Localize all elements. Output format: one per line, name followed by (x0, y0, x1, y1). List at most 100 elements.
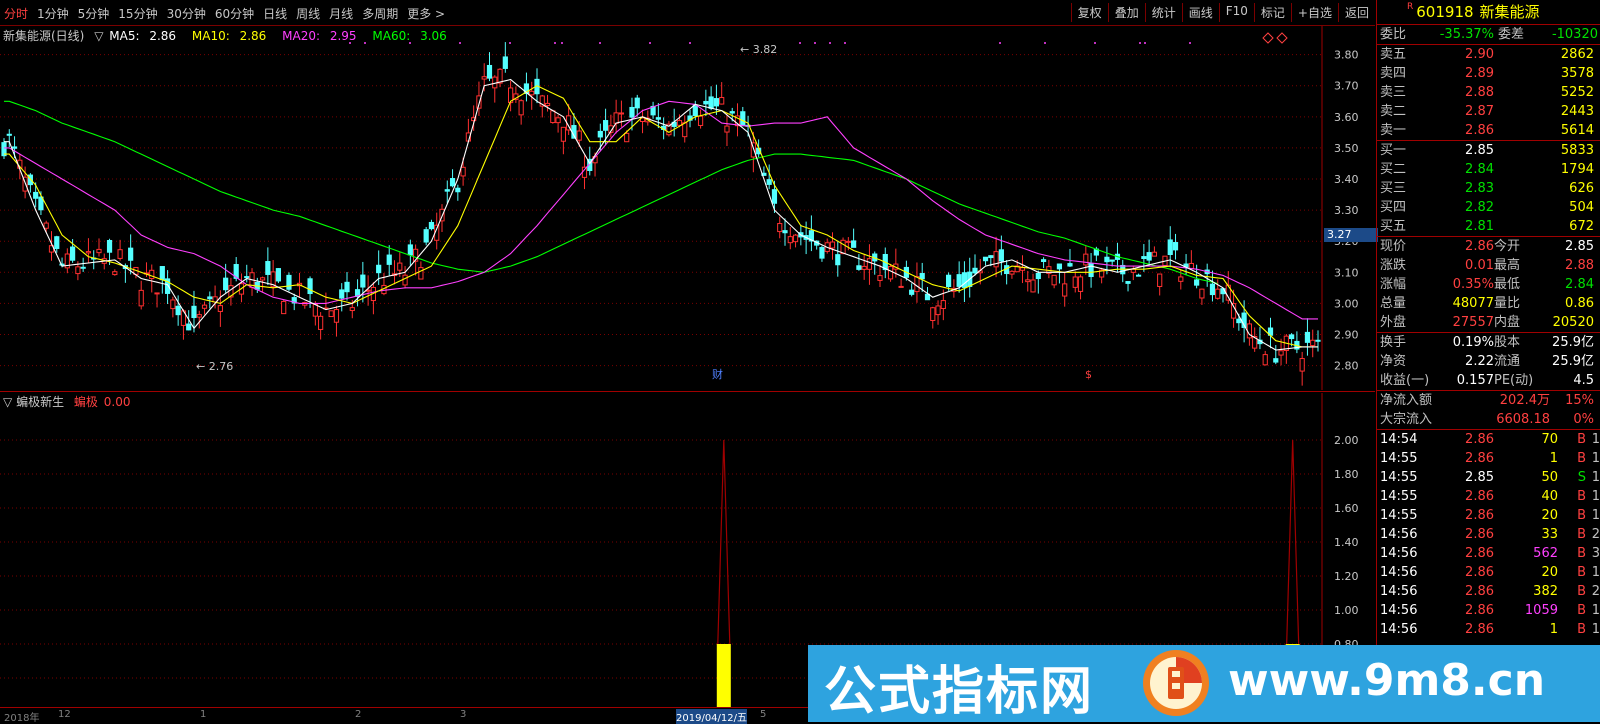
candle (1040, 257, 1047, 269)
y-tick-label: 3.40 (1334, 173, 1359, 186)
tick-row: 14:56 2.86 20 B 1 (1377, 563, 1600, 582)
ind-tick-label: 1.20 (1334, 570, 1359, 583)
period-tab-1[interactable]: 1分钟 (37, 7, 69, 21)
buy-row: 买四 2.82 504 (1377, 198, 1600, 217)
tool-button-0[interactable]: 复权 (1070, 3, 1108, 22)
kline-chart[interactable]: 3.803.703.603.503.403.303.203.103.002.90… (0, 26, 1375, 390)
sell-row: 卖四 2.89 3578 (1377, 64, 1600, 83)
candle (655, 103, 661, 129)
event-dot (1144, 42, 1146, 44)
candle (909, 283, 915, 297)
candle (381, 273, 387, 296)
event-dot (814, 42, 816, 44)
period-tab-2[interactable]: 5分钟 (78, 7, 110, 21)
tick-count: 1 (1591, 470, 1600, 485)
event-dot (1094, 42, 1096, 44)
ma10-label: MA10: (191, 29, 230, 43)
fund-label: 股本 (1494, 335, 1521, 350)
date-label: 5 (760, 709, 767, 720)
order-label: 卖四 (1380, 66, 1407, 81)
tool-button-5[interactable]: 标记 (1253, 3, 1291, 22)
tick-row: 14:56 2.86 1059 B 1 (1377, 601, 1600, 620)
candle (85, 238, 92, 263)
event-dot (509, 42, 511, 44)
tick-count: 2 (1591, 527, 1600, 542)
order-price: 2.84 (1465, 162, 1494, 177)
candle (808, 215, 814, 252)
diamond-icon[interactable] (1276, 32, 1288, 44)
legend-toggle-icon[interactable]: ▽ (94, 29, 103, 43)
candle (270, 260, 276, 296)
candle (27, 173, 33, 193)
candle (792, 233, 799, 248)
period-tab-6[interactable]: 日线 (263, 7, 287, 21)
candle (386, 245, 392, 276)
tool-button-2[interactable]: 统计 (1144, 3, 1182, 22)
ma20-value: 2.95 (329, 29, 357, 43)
period-tab-0[interactable]: 分时 (4, 7, 28, 21)
stat-label: 内盘 (1494, 315, 1521, 330)
order-price: 2.89 (1465, 66, 1494, 81)
tick-time: 14:55 (1380, 489, 1418, 504)
candle (1199, 288, 1205, 305)
buy-row: 买三 2.83 626 (1377, 179, 1600, 198)
tool-button-7[interactable]: 返回 (1337, 3, 1375, 22)
order-volume: 5833 (1560, 143, 1594, 158)
indicator-series-value: 0.00 (103, 395, 131, 409)
candle (982, 256, 989, 266)
tick-list[interactable]: 14:54 2.86 70 B 1 14:55 2.86 1 B 1 14:55 2.85 50 S 1 14… (1377, 429, 1600, 639)
tool-button-1[interactable]: 叠加 (1107, 3, 1145, 22)
event-dot (844, 42, 846, 44)
ind-tick-label: 1.80 (1334, 468, 1359, 481)
period-tab-8[interactable]: 月线 (329, 7, 353, 21)
stock-badge: R (1407, 2, 1414, 12)
period-tab-5[interactable]: 60分钟 (215, 7, 254, 21)
weibi-label: 委比 (1380, 27, 1407, 42)
candle (80, 257, 86, 272)
main-legend: 新集能源(日线) ▽ MA5: 2.86 MA10: 2.86 MA20: 2.… (3, 27, 459, 44)
signal-spike (717, 439, 731, 645)
candle (201, 301, 208, 315)
date-label: 2 (355, 709, 362, 720)
period-tab-9[interactable]: 多周期 (362, 7, 398, 21)
period-tab-4[interactable]: 30分钟 (167, 7, 206, 21)
candle (112, 269, 118, 276)
period-tab-10[interactable]: 更多 > (407, 7, 445, 21)
indicator-toggle-icon[interactable]: ▽ (3, 395, 12, 409)
y-tick-label: 3.60 (1334, 111, 1359, 124)
date-label: 12 (58, 709, 71, 720)
tick-row: 14:56 2.86 33 B 2 (1377, 525, 1600, 544)
order-label: 卖三 (1380, 85, 1407, 100)
tick-price: 2.86 (1465, 622, 1494, 637)
order-price: 2.82 (1465, 200, 1494, 215)
tool-button-3[interactable]: 画线 (1181, 3, 1219, 22)
candle (281, 300, 287, 315)
dividend-marker[interactable]: $ (1085, 368, 1092, 381)
event-dot (829, 42, 831, 44)
tick-side: B (1577, 622, 1586, 637)
candle (265, 247, 271, 286)
order-label: 买五 (1380, 219, 1407, 234)
cursor-price-tag: 3.27 (1324, 228, 1378, 242)
candle (1146, 239, 1152, 267)
period-tab-3[interactable]: 15分钟 (118, 7, 157, 21)
candle (64, 248, 70, 274)
candle (1135, 273, 1142, 277)
ma60-label: MA60: (372, 29, 411, 43)
tool-button-6[interactable]: +自选 (1290, 3, 1338, 22)
tick-row: 14:55 2.86 1 B 1 (1377, 449, 1600, 468)
flow-value: 202.4万 (1499, 393, 1550, 408)
fund-value: 4.5 (1573, 373, 1594, 388)
event-dot (599, 42, 601, 44)
diamond-icon[interactable] (1262, 32, 1274, 44)
tick-count: 1 (1591, 603, 1600, 618)
candle (613, 99, 619, 134)
candle (1056, 263, 1063, 284)
tick-side: B (1577, 489, 1586, 504)
order-volume: 3578 (1560, 66, 1594, 81)
tool-button-4[interactable]: F10 (1218, 3, 1254, 22)
period-tab-7[interactable]: 周线 (296, 7, 320, 21)
finance-marker[interactable]: 财 (712, 367, 723, 381)
candle (1009, 270, 1015, 279)
fund-label: PE(动) (1494, 373, 1534, 388)
